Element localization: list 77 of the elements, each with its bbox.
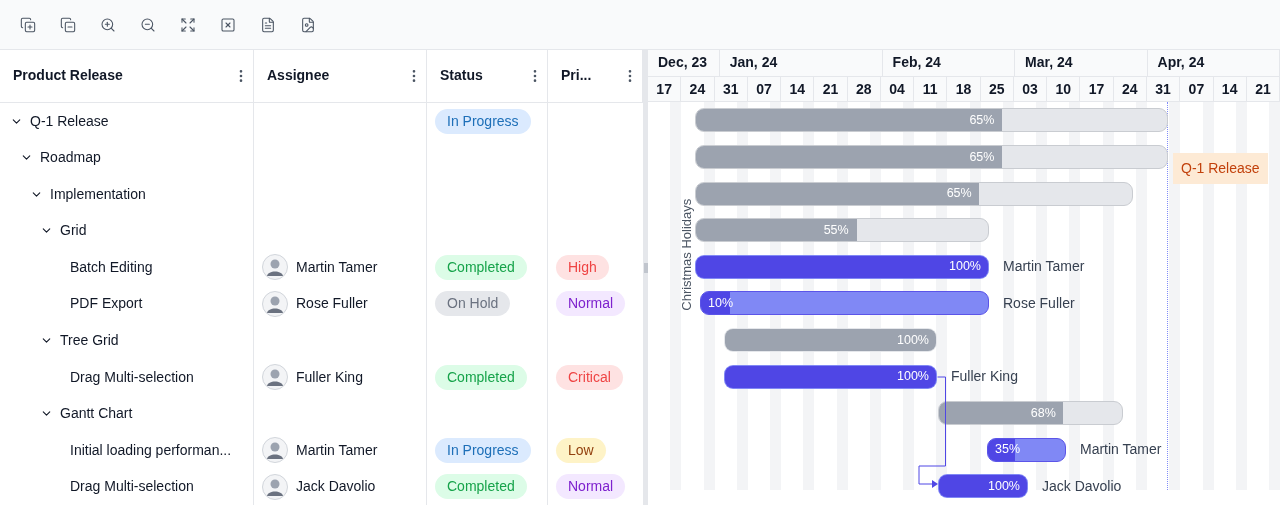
month-header: Mar, 24 — [1015, 50, 1148, 76]
task-name: Drag Multi-selection — [70, 477, 194, 497]
assignee-name: Martin Tamer — [296, 440, 378, 460]
task-name: Drag Multi-selection — [70, 367, 194, 387]
priority-tag: Low — [556, 437, 606, 463]
avatar-icon — [262, 473, 288, 500]
event-marker-label: Q-1 Release — [1173, 153, 1268, 185]
avatar-icon — [262, 290, 288, 317]
zoom-in-icon — [100, 16, 116, 33]
fit-arrows-icon — [180, 16, 196, 33]
status-tag: In Progress — [435, 437, 531, 463]
resource-name: Jack Davolio — [1042, 476, 1122, 496]
week-header: 31 — [714, 76, 748, 102]
month-header: Apr, 24 — [1147, 50, 1280, 76]
priority-tag: Normal — [556, 291, 626, 317]
task-name: Q-1 Release — [30, 111, 109, 131]
priority-tag: Normal — [556, 474, 626, 500]
assignee-name: Martin Tamer — [296, 257, 378, 277]
week-header: 17 — [1080, 76, 1114, 102]
task-bar[interactable]: 100% — [938, 474, 1028, 499]
week-header: 11 — [914, 76, 948, 102]
task-name: Roadmap — [40, 148, 101, 168]
task-name: Tree Grid — [60, 331, 119, 350]
assignee-name: Rose Fuller — [296, 294, 368, 314]
week-header: 17 — [648, 76, 682, 102]
task-bar[interactable]: 100% — [724, 364, 937, 389]
month-header: Dec, 23 — [648, 50, 720, 76]
week-header: 31 — [1147, 76, 1181, 102]
priority-tag: High — [556, 254, 609, 280]
task-name: Batch Editing — [70, 257, 153, 277]
avatar-icon — [262, 364, 288, 391]
resource-name: Rose Fuller — [1003, 293, 1075, 313]
resource-name: Martin Tamer — [1003, 257, 1085, 277]
assignee-name: Jack Davolio — [296, 477, 376, 497]
column-header[interactable]: Status — [427, 50, 548, 102]
status-tag: Completed — [435, 474, 527, 500]
column-header[interactable]: Product Release — [0, 50, 254, 102]
avatar-icon — [262, 437, 288, 464]
status-tag: In Progress — [435, 108, 531, 134]
task-name: Implementation — [50, 184, 146, 204]
week-header: 21 — [814, 76, 848, 102]
holiday-label: Christmas Holidays — [678, 199, 696, 312]
assignee-name: Fuller King — [296, 367, 363, 387]
week-header: 07 — [1180, 76, 1214, 102]
resource-name: Fuller King — [951, 367, 1018, 387]
week-header: 04 — [880, 76, 915, 102]
week-header: 07 — [747, 76, 782, 102]
task-name: Grid — [60, 221, 87, 241]
week-header: 03 — [1013, 76, 1048, 102]
task-name: Gantt Chart — [60, 404, 133, 424]
task-name: Initial loading performan... — [70, 440, 232, 460]
week-header: 18 — [947, 76, 981, 102]
task-bar[interactable]: 100% — [695, 254, 989, 279]
priority-tag: Critical — [556, 364, 623, 390]
collapse-all-icon — [60, 16, 76, 33]
status-tag: Completed — [435, 364, 527, 390]
week-header: 24 — [681, 76, 715, 102]
week-header: 21 — [1246, 76, 1280, 102]
task-name: PDF Export — [70, 294, 143, 314]
task-bar[interactable]: 35% — [987, 437, 1066, 462]
status-tag: Completed — [435, 254, 527, 280]
week-header: 14 — [781, 76, 815, 102]
resource-name: Martin Tamer — [1080, 440, 1162, 460]
expand-all-icon — [20, 16, 36, 33]
week-header: 28 — [847, 76, 881, 102]
grip-icon — [643, 262, 648, 273]
week-header: 10 — [1047, 76, 1081, 102]
month-header: Feb, 24 — [882, 50, 1016, 76]
zoom-out-icon — [140, 16, 156, 33]
week-header: 14 — [1213, 76, 1247, 102]
week-header: 24 — [1113, 76, 1147, 102]
status-tag: On Hold — [435, 291, 511, 317]
column-header[interactable]: Assignee — [254, 50, 427, 102]
week-header: 25 — [980, 76, 1014, 102]
task-bar[interactable]: 10% — [700, 291, 989, 316]
month-header: Jan, 24 — [719, 50, 883, 76]
avatar-icon — [262, 254, 288, 281]
